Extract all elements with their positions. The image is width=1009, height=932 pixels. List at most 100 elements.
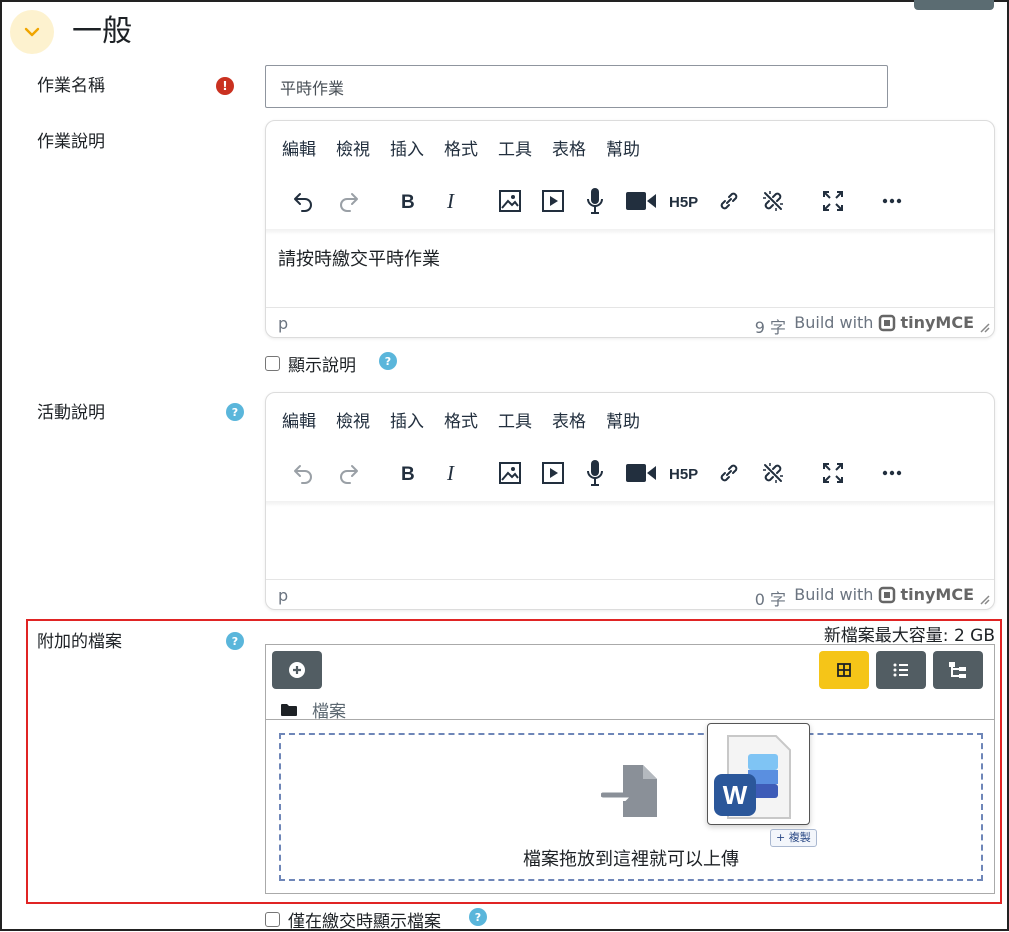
folder-icon — [281, 703, 297, 716]
menu-insert[interactable]: 插入 — [390, 135, 424, 165]
image-button[interactable] — [493, 183, 527, 219]
resize-handle-icon[interactable] — [980, 323, 990, 333]
media-icon — [542, 462, 564, 484]
record-video-button[interactable] — [624, 455, 658, 491]
add-file-button[interactable] — [272, 651, 322, 689]
word-count: 0 字 — [754, 590, 786, 609]
resize-handle-icon[interactable] — [980, 595, 990, 605]
microphone-icon — [587, 188, 603, 214]
link-button[interactable] — [712, 455, 746, 491]
section-title: 一般 — [72, 14, 132, 49]
svg-text:I: I — [446, 461, 455, 485]
unlink-button[interactable] — [756, 183, 790, 219]
help-icon[interactable]: ? — [469, 908, 487, 926]
link-button[interactable] — [712, 183, 746, 219]
undo-button[interactable] — [286, 183, 320, 219]
undo-button[interactable] — [286, 455, 320, 491]
menu-tools[interactable]: 工具 — [498, 135, 532, 165]
menu-help[interactable]: 幫助 — [606, 135, 640, 165]
h5p-button[interactable]: H5P — [668, 455, 702, 491]
chevron-down-icon — [24, 27, 40, 37]
menu-table[interactable]: 表格 — [552, 135, 586, 165]
menu-format[interactable]: 格式 — [444, 135, 478, 165]
fullscreen-button[interactable] — [816, 183, 850, 219]
tree-view-button[interactable] — [933, 651, 983, 689]
link-icon — [720, 464, 738, 482]
record-video-button[interactable] — [624, 183, 658, 219]
redo-button[interactable] — [332, 455, 366, 491]
file-manager-divider — [266, 719, 994, 720]
italic-button[interactable]: I — [435, 183, 469, 219]
help-icon[interactable]: ? — [226, 403, 244, 421]
element-path[interactable]: p — [278, 586, 288, 605]
record-audio-button[interactable] — [578, 455, 612, 491]
element-path[interactable]: p — [278, 314, 288, 333]
svg-text:I: I — [446, 189, 455, 213]
tinymce-logo-icon — [879, 586, 896, 603]
editor-toolbar: B I H5P — [266, 455, 994, 495]
show-description-checkbox[interactable] — [265, 356, 280, 371]
description-content[interactable]: 請按時繳交平時作業 — [278, 245, 440, 271]
max-size-label: 新檔案最大容量: 2 GB — [823, 626, 995, 646]
menu-help[interactable]: 幫助 — [606, 407, 640, 437]
dragged-file-preview: W — [707, 723, 810, 825]
svg-text:B: B — [401, 464, 415, 485]
bold-icon: B — [401, 464, 415, 485]
menu-edit[interactable]: 編輯 — [282, 135, 316, 165]
menu-view[interactable]: 檢視 — [336, 407, 370, 437]
add-file-icon — [289, 662, 305, 678]
fullscreen-button[interactable] — [816, 455, 850, 491]
tinymce-logo-icon — [879, 314, 896, 331]
fullscreen-icon — [823, 463, 843, 483]
activity-statusbar: p 0 字 Build with tinyMCE — [266, 579, 994, 609]
top-action-button[interactable] — [914, 0, 994, 10]
bold-button[interactable]: B — [391, 183, 425, 219]
unlink-icon — [763, 191, 783, 211]
more-icon — [882, 470, 902, 476]
assignment-name-input[interactable] — [265, 65, 888, 108]
dropzone-text: 檔案拖放到這裡就可以上傳 — [523, 849, 739, 870]
record-audio-button[interactable] — [578, 183, 612, 219]
bold-icon: B — [401, 192, 415, 213]
file-dropzone[interactable]: 檔案拖放到這裡就可以上傳 — [279, 733, 983, 881]
help-icon[interactable]: ? — [379, 352, 397, 370]
grid-view-button[interactable] — [819, 651, 869, 689]
italic-button[interactable]: I — [435, 455, 469, 491]
word-count: 9 字 — [754, 318, 786, 337]
list-view-button[interactable] — [876, 651, 926, 689]
h5p-icon: H5P — [669, 194, 698, 211]
brand-name: tinyMCE — [900, 585, 974, 604]
video-icon — [626, 192, 656, 210]
activity-content[interactable] — [278, 513, 978, 573]
fullscreen-icon — [823, 191, 843, 211]
menu-edit[interactable]: 編輯 — [282, 407, 316, 437]
menu-view[interactable]: 檢視 — [336, 135, 370, 165]
more-button[interactable] — [875, 455, 909, 491]
menu-insert[interactable]: 插入 — [390, 407, 424, 437]
description-editor: 編輯 檢視 插入 格式 工具 表格 幫助 B I H5P 請按時繳交平時作業 p… — [265, 120, 995, 338]
show-on-submit-checkbox[interactable] — [265, 912, 280, 927]
media-button[interactable] — [536, 455, 570, 491]
redo-icon — [340, 465, 358, 484]
help-icon[interactable]: ? — [226, 632, 244, 650]
menu-tools[interactable]: 工具 — [498, 407, 532, 437]
menu-table[interactable]: 表格 — [552, 407, 586, 437]
file-manager: 檔案 檔案拖放到這裡就可以上傳 — [265, 644, 995, 894]
media-button[interactable] — [536, 183, 570, 219]
collapse-section-button[interactable] — [10, 10, 54, 54]
h5p-button[interactable]: H5P — [668, 183, 702, 219]
brand-label[interactable]: Build with tinyMCE — [794, 313, 974, 332]
more-button[interactable] — [875, 183, 909, 219]
bold-button[interactable]: B — [391, 455, 425, 491]
word-app-icon: W — [714, 774, 756, 816]
list-view-icon — [893, 663, 908, 677]
word-letter: W — [722, 779, 748, 810]
svg-text:H5P: H5P — [669, 194, 698, 211]
brand-label[interactable]: Build with tinyMCE — [794, 585, 974, 604]
image-button[interactable] — [493, 455, 527, 491]
unlink-button[interactable] — [756, 455, 790, 491]
media-icon — [542, 190, 564, 212]
unlink-icon — [763, 463, 783, 483]
redo-button[interactable] — [332, 183, 366, 219]
menu-format[interactable]: 格式 — [444, 407, 478, 437]
